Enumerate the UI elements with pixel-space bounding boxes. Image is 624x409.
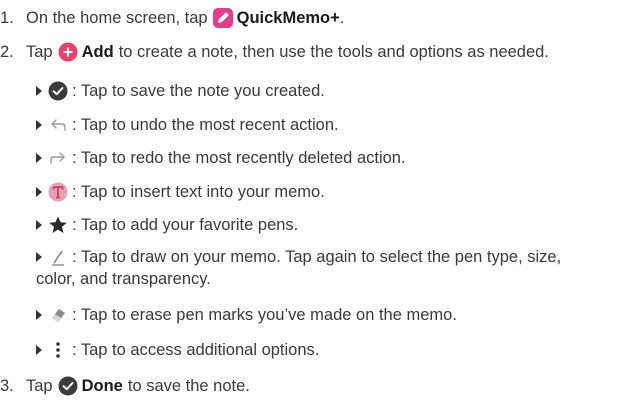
step-number: 3.: [0, 377, 14, 395]
done-check-icon: [58, 376, 78, 396]
bullet-arrow-icon: [36, 187, 42, 197]
check-circle-icon: [48, 81, 68, 101]
step-3: 3. Tap Done to save the note.: [0, 376, 250, 396]
bullet-arrow-icon: [36, 120, 42, 130]
tool-description: : Tap to save the note you created.: [72, 82, 325, 100]
step-text-end: .: [339, 9, 345, 27]
pen-icon: [48, 247, 68, 267]
tool-description: : Tap to insert text into your memo.: [72, 183, 325, 201]
text-icon: [48, 182, 68, 202]
bullet-arrow-icon: [36, 153, 42, 163]
tool-description: : Tap to add your favorite pens.: [72, 216, 299, 234]
step-text: Tap: [26, 377, 53, 395]
bullet-arrow-icon: [36, 345, 42, 355]
bullet-arrow-icon: [36, 252, 42, 262]
tool-item-pen: : Tap to draw on your memo. Tap again to…: [36, 246, 622, 290]
step-1: 1. On the home screen, tap QuickMemo+ .: [0, 8, 344, 28]
tool-description: : Tap to access additional options.: [72, 341, 320, 359]
tool-description: : Tap to draw on your memo. Tap again to…: [72, 248, 562, 266]
done-label: Done: [81, 377, 123, 395]
step-text-end: to create a note, then use the tools and…: [118, 43, 549, 61]
step-number: 2.: [0, 43, 14, 61]
step-number: 1.: [0, 9, 14, 27]
bullet-arrow-icon: [36, 310, 42, 320]
add-label: Add: [81, 43, 114, 61]
star-icon: [48, 215, 68, 235]
tool-description: : Tap to erase pen marks you’ve made on …: [72, 306, 457, 324]
step-text: On the home screen, tap: [26, 9, 208, 27]
quickmemo-app-icon: [212, 8, 233, 28]
tool-item-text: : Tap to insert text into your memo.: [36, 181, 325, 203]
step-2: 2. Tap Add to create a note, then use th…: [0, 42, 549, 62]
tool-item-redo: : Tap to redo the most recently deleted …: [36, 147, 406, 169]
bullet-arrow-icon: [36, 86, 42, 96]
undo-icon: [48, 115, 68, 135]
more-options-icon: [48, 340, 68, 360]
tool-item-favorite-pens: : Tap to add your favorite pens.: [36, 214, 298, 236]
bullet-arrow-icon: [36, 220, 42, 230]
tool-item-more-options: : Tap to access additional options.: [36, 339, 319, 361]
add-icon: [58, 42, 78, 62]
redo-icon: [48, 148, 68, 168]
tool-description: : Tap to undo the most recent action.: [72, 116, 339, 134]
step-text: Tap: [26, 43, 53, 61]
tool-item-eraser: : Tap to erase pen marks you’ve made on …: [36, 304, 457, 326]
eraser-icon: [48, 305, 68, 325]
tool-item-undo: : Tap to undo the most recent action.: [36, 114, 339, 136]
step-text-end: to save the note.: [127, 377, 250, 395]
quickmemo-label: QuickMemo+: [236, 9, 340, 27]
tool-description: : Tap to redo the most recently deleted …: [72, 149, 406, 167]
tool-description-continued: color, and transparency.: [36, 270, 211, 288]
tool-item-save: : Tap to save the note you created.: [36, 80, 325, 102]
